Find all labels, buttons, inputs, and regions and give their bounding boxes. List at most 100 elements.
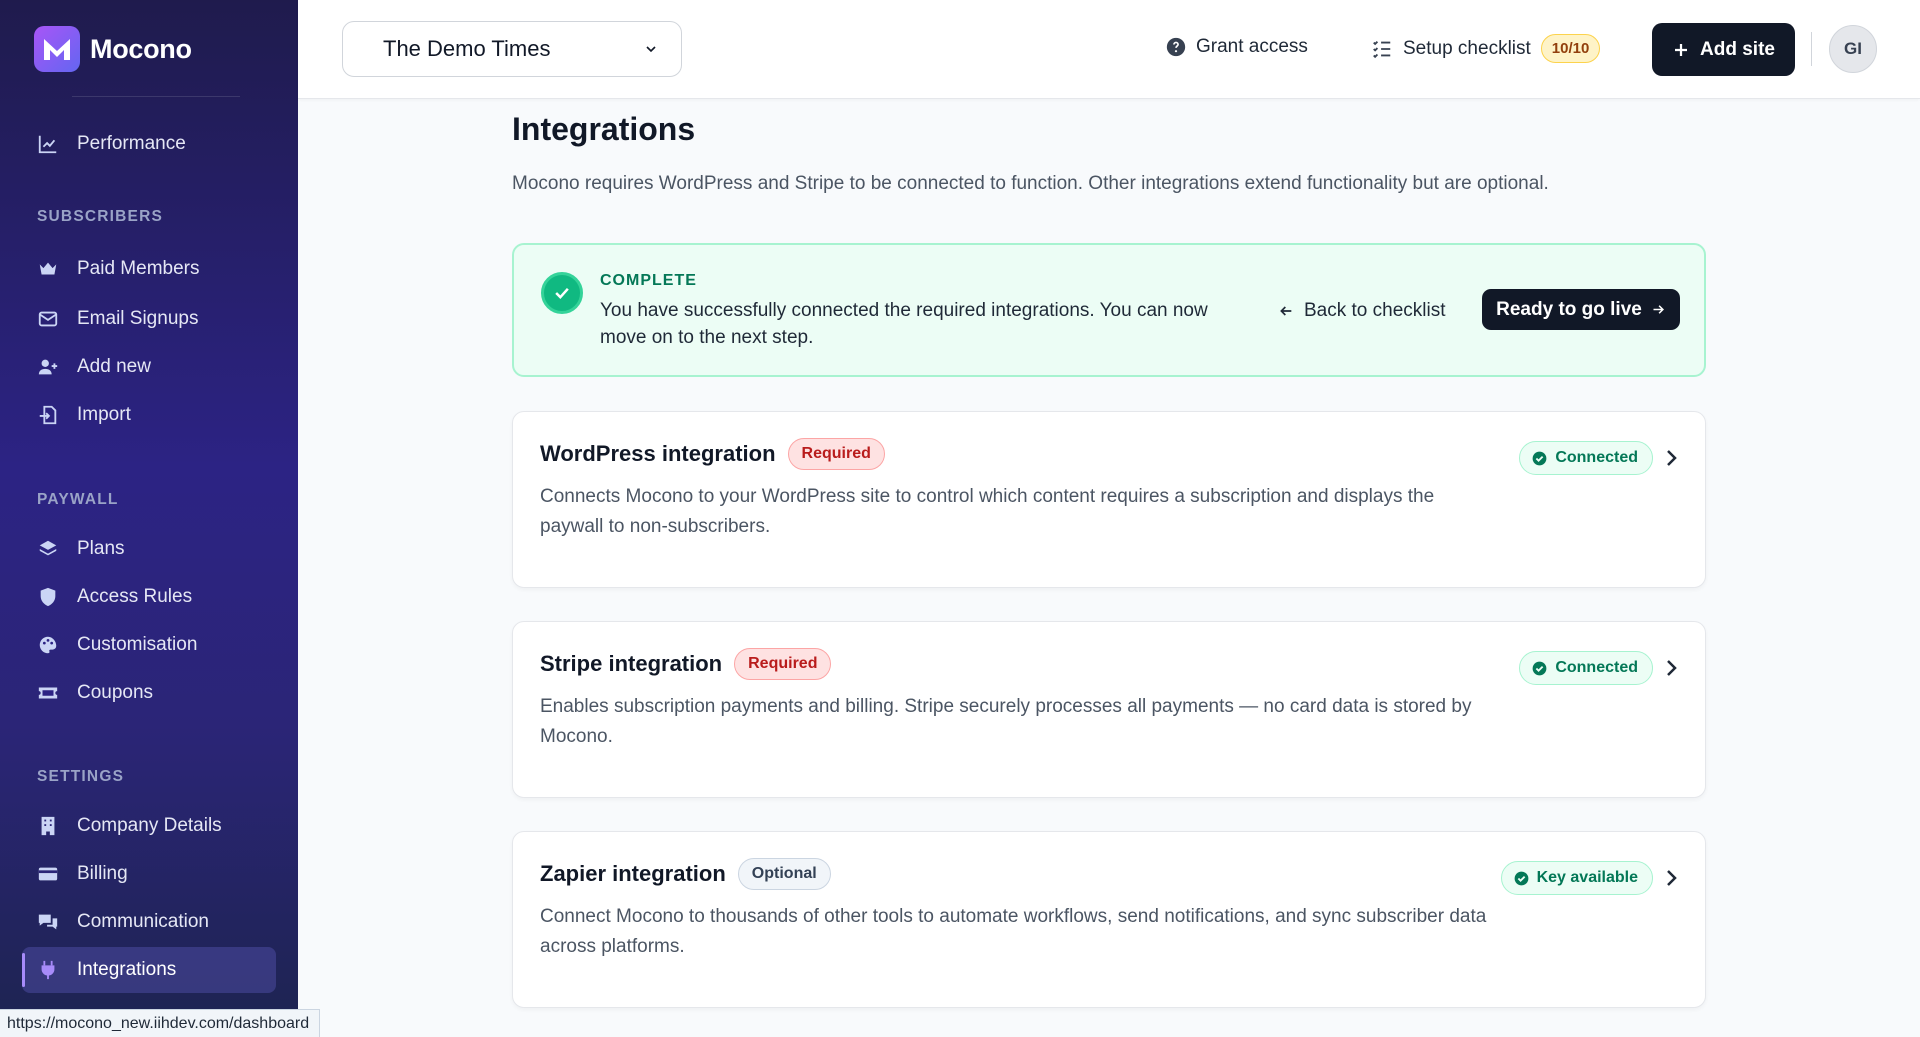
checklist-progress-badge: 10/10 (1540, 34, 1601, 63)
arrow-right-icon (1653, 305, 1664, 314)
site-selector-value: The Demo Times (383, 36, 551, 61)
integration-description: Connect Mocono to thousands of other too… (540, 906, 1487, 957)
add-site-button[interactable]: Add site (1652, 23, 1795, 76)
mocono-logo-icon (34, 26, 80, 72)
ready-to-go-live-button[interactable]: Ready to go live (1482, 289, 1680, 330)
sidebar: Mocono Performance SUBSCRIBERS Paid Memb… (0, 0, 298, 1037)
sidebar-item-plans[interactable]: Plans (22, 526, 276, 572)
chevron-right-icon[interactable] (1659, 864, 1683, 892)
chevron-down-icon (646, 46, 656, 53)
plus-icon (1675, 43, 1688, 56)
sidebar-item-label: Access Rules (77, 586, 193, 607)
user-avatar[interactable]: GI (1829, 25, 1877, 73)
checklist-icon (1373, 40, 1391, 58)
check-circle-small-icon (1532, 451, 1547, 465)
sidebar-item-paid-members[interactable]: Paid Members (22, 246, 276, 292)
logo-divider (72, 96, 240, 97)
sidebar-item-customisation[interactable]: Customisation (22, 622, 276, 668)
sidebar-item-email-signups[interactable]: Email Signups (22, 296, 276, 342)
section-label-subscribers: SUBSCRIBERS (37, 208, 164, 225)
sidebar-item-label: Company Details (77, 815, 222, 836)
sidebar-item-label: Email Signups (77, 308, 199, 329)
building-icon (41, 816, 55, 836)
sidebar-item-label: Customisation (77, 634, 198, 655)
chat-bubbles-icon (38, 914, 58, 930)
site-selector[interactable]: The Demo Times (342, 21, 682, 77)
topbar: The Demo Times Grant access Setup checkl… (298, 0, 1920, 99)
sidebar-item-label: Communication (77, 911, 209, 932)
integration-card-stripe[interactable]: Stripe integration Required Enables subs… (512, 621, 1706, 798)
user-plus-icon (38, 359, 58, 375)
integration-title: Zapier integration (540, 861, 726, 886)
grant-access-label: Grant access (1196, 36, 1308, 57)
page-title: Integrations (512, 111, 696, 147)
sidebar-item-performance[interactable]: Performance (22, 121, 276, 167)
integration-title: WordPress integration (540, 441, 776, 466)
sidebar-item-integrations[interactable]: Integrations (22, 947, 276, 993)
status-label: Connected (1555, 659, 1638, 676)
setup-checklist-label: Setup checklist (1403, 37, 1531, 59)
file-import-icon (39, 405, 57, 425)
crown-icon (39, 262, 57, 275)
complete-banner: COMPLETE You have successfully connected… (512, 243, 1706, 377)
section-label-settings: SETTINGS (37, 768, 125, 785)
sidebar-item-communication[interactable]: Communication (22, 899, 276, 945)
sidebar-item-label: Plans (77, 538, 125, 559)
integration-description: Connects Mocono to your WordPress site t… (540, 486, 1435, 537)
section-label-paywall: PAYWALL (37, 491, 119, 508)
optional-badge: Optional (737, 858, 831, 890)
sidebar-item-label: Paid Members (77, 258, 200, 279)
check-circle-small-icon (1532, 661, 1547, 675)
integration-description: Enables subscription payments and billin… (540, 696, 1472, 747)
sidebar-item-coupons[interactable]: Coupons (22, 670, 276, 716)
key-available-status-badge: Key available (1500, 861, 1653, 895)
integration-card-zapier[interactable]: Zapier integration Optional Connect Moco… (512, 831, 1706, 1008)
chevron-right-icon[interactable] (1659, 654, 1683, 682)
sidebar-item-label: Performance (77, 133, 186, 154)
page-description: Mocono requires WordPress and Stripe to … (512, 173, 1549, 194)
back-to-checklist-link[interactable]: Back to checklist (1278, 300, 1446, 322)
ticket-icon (38, 687, 58, 699)
sidebar-item-label: Billing (77, 863, 128, 884)
required-badge: Required (787, 438, 885, 470)
chevron-right-icon[interactable] (1659, 444, 1683, 472)
sidebar-item-company-details[interactable]: Company Details (22, 803, 276, 849)
app-logo[interactable]: Mocono (34, 26, 192, 72)
sidebar-item-label: Integrations (77, 959, 177, 980)
palette-icon (39, 636, 57, 654)
connected-status-badge: Connected (1519, 651, 1653, 685)
shield-icon (40, 587, 56, 607)
sidebar-item-import[interactable]: Import (22, 392, 276, 438)
connected-status-badge: Connected (1519, 441, 1653, 475)
integration-title: Stripe integration (540, 651, 723, 676)
sidebar-item-access-rules[interactable]: Access Rules (22, 574, 276, 620)
arrow-left-icon (1280, 306, 1292, 316)
layers-icon (39, 540, 57, 556)
app-name: Mocono (90, 33, 192, 64)
setup-checklist-link[interactable]: Setup checklist 10/10 (1371, 34, 1601, 63)
credit-card-icon (38, 867, 58, 881)
complete-message: You have successfully connected the requ… (600, 300, 1208, 348)
grant-access-link[interactable]: Grant access (1166, 36, 1308, 58)
required-badge: Required (734, 648, 832, 680)
sidebar-item-label: Coupons (77, 682, 154, 703)
add-site-label: Add site (1700, 38, 1775, 60)
chart-line-icon (38, 135, 57, 154)
complete-label: COMPLETE (600, 272, 697, 289)
sidebar-item-label: Add new (77, 356, 151, 377)
status-label: Connected (1555, 449, 1638, 466)
sidebar-item-add-new[interactable]: Add new (22, 344, 276, 390)
back-link-label: Back to checklist (1304, 300, 1446, 321)
check-circle-small-icon (1514, 871, 1528, 885)
sidebar-item-billing[interactable]: Billing (22, 851, 276, 897)
question-circle-icon (1166, 37, 1186, 57)
check-circle-icon (541, 272, 583, 314)
sidebar-item-label: Import (77, 404, 131, 425)
status-label: Key available (1536, 869, 1638, 886)
plug-icon (41, 960, 55, 980)
envelope-icon (38, 311, 58, 327)
topbar-divider (1811, 32, 1812, 66)
integration-card-wordpress[interactable]: WordPress integration Required Connects … (512, 411, 1706, 588)
browser-status-url: https://mocono_new.iihdev.com/dashboard (0, 1009, 321, 1037)
go-live-label: Ready to go live (1496, 298, 1642, 320)
